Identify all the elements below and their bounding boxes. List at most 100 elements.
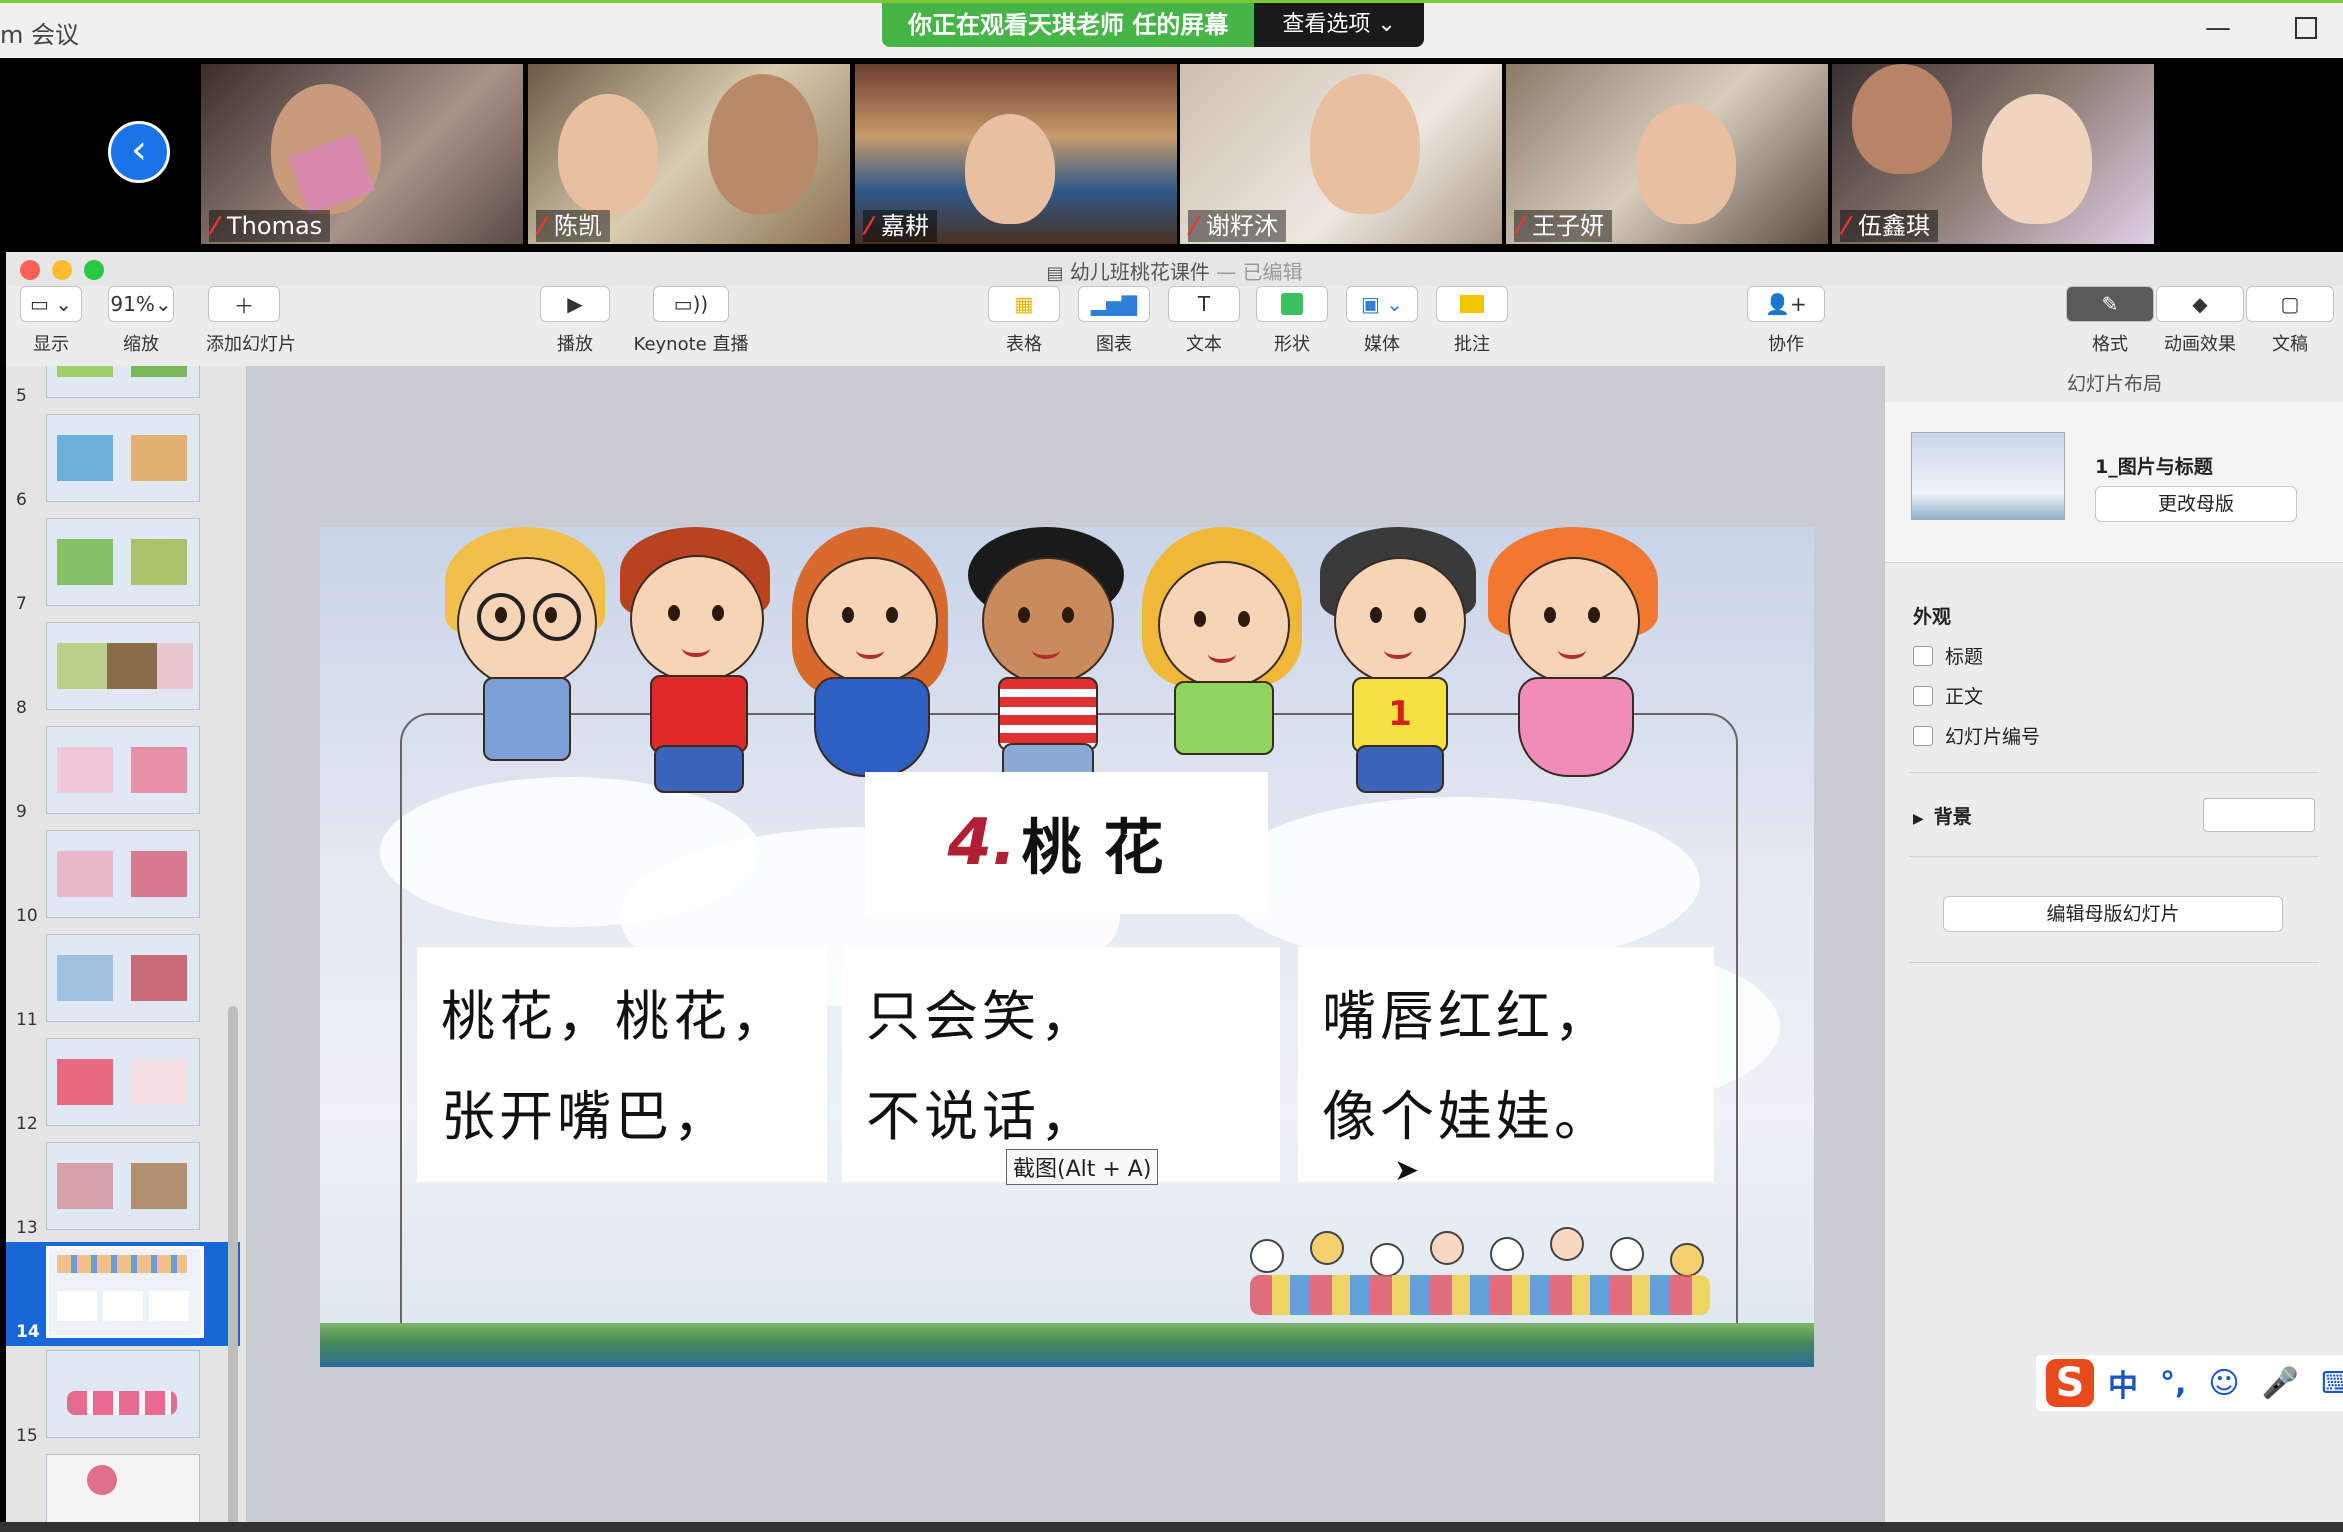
slide-thumbnail[interactable]: 11 — [6, 930, 240, 1034]
participant-tile[interactable]: ⁄ 谢籽沐 — [1180, 64, 1502, 244]
participant-name: 嘉耕 — [881, 212, 930, 240]
document-button[interactable]: ▢ 文稿 — [2246, 286, 2334, 356]
current-slide[interactable]: 1 4. 桃花 桃花，桃花， 张开嘴巴， 只会笑， 不说话， 嘴唇红红， 像个娃… — [320, 527, 1814, 1367]
keynote-toolbar: ▭ ⌄ 显示 91% ⌄ 缩放 ＋ 添加幻灯片 ▶ 播放 ▭)) Keynote … — [6, 286, 2343, 367]
muted-mic-icon: ⁄ — [867, 212, 872, 240]
view-options-button[interactable]: 查看选项 ⌄ — [1254, 3, 1424, 47]
slide-thumbnail[interactable]: 7 — [6, 514, 240, 618]
live-broadcast-icon: ▭)) — [673, 292, 709, 316]
cartoon-kid-small — [1310, 1231, 1344, 1265]
slide-thumbnail-selected[interactable]: 14 — [6, 1242, 240, 1346]
verse-box[interactable]: 桃花，桃花， 张开嘴巴， — [417, 947, 827, 1182]
keyboard-icon[interactable]: ⌨ — [2321, 1366, 2343, 1401]
sogou-logo-icon[interactable]: S — [2046, 1359, 2094, 1407]
document-panel-icon: ▢ — [2280, 292, 2300, 316]
comment-icon — [1460, 295, 1484, 313]
media-button[interactable]: ▣ ⌄ 媒体 — [1346, 286, 1418, 356]
slide-thumbnail[interactable]: 9 — [6, 722, 240, 826]
participant-name: 王子妍 — [1532, 212, 1605, 240]
participant-tile[interactable]: ⁄ 陈凯 — [528, 64, 850, 244]
title-checkbox[interactable]: 标题 — [1913, 642, 1983, 669]
play-button[interactable]: ▶ 播放 — [540, 286, 610, 356]
layout-name: 1_图片与标题 — [2095, 456, 2213, 478]
punctuation-toggle[interactable]: °, — [2160, 1366, 2186, 1401]
chevron-down-icon: ⌄ — [154, 292, 172, 316]
appearance-heading: 外观 — [1913, 606, 1952, 628]
slide-number-checkbox[interactable]: 幻灯片编号 — [1913, 722, 2040, 749]
muted-mic-icon: ⁄ — [540, 212, 545, 240]
maximize-icon[interactable] — [2295, 17, 2317, 39]
zoom-select[interactable]: 91% ⌄ 缩放 — [108, 286, 174, 356]
keynote-live-button[interactable]: ▭)) Keynote 直播 — [626, 286, 756, 356]
participant-name: 陈凯 — [554, 212, 603, 240]
paintbrush-icon: ✎ — [2101, 292, 2119, 316]
ime-toolbar[interactable]: S 中 °, ☺ 🎤 ⌨ — [2036, 1355, 2343, 1411]
background-color-well[interactable] — [2203, 798, 2315, 832]
slide-canvas[interactable]: 1 4. 桃花 桃花，桃花， 张开嘴巴， 只会笑， 不说话， 嘴唇红红， 像个娃… — [247, 366, 1884, 1522]
media-icon: ▣ ⌄ — [1360, 292, 1403, 316]
document-title: 幼儿班桃花课件 — [1069, 260, 1210, 284]
cartoon-kid-small — [1370, 1243, 1404, 1277]
layout-thumbnail[interactable] — [1911, 432, 2065, 520]
collaborate-button[interactable]: 👤+ 协作 — [1746, 286, 1826, 356]
table-button[interactable]: ▦ 表格 — [988, 286, 1060, 356]
participant-tile[interactable]: ⁄ 伍鑫琪 — [1832, 64, 2154, 244]
slide-navigator[interactable]: 5 6 7 8 9 10 11 12 13 14 15 — [6, 366, 247, 1522]
muted-mic-icon: ⁄ — [1518, 212, 1523, 240]
inspector-header: 幻灯片布局 — [1885, 366, 2343, 403]
animate-button[interactable]: ◆ 动画效果 — [2156, 286, 2244, 356]
participant-tile[interactable]: ⁄ 嘉耕 — [855, 64, 1177, 244]
format-button[interactable]: ✎ 格式 — [2066, 286, 2154, 356]
muted-mic-icon: ⁄ — [213, 212, 218, 240]
share-banner-text: 你正在观看天琪老师 任的屏幕 — [882, 3, 1255, 47]
participant-tile[interactable]: ⁄ Thomas — [201, 64, 523, 244]
text-icon: T — [1197, 292, 1211, 316]
verse-box[interactable]: 只会笑， 不说话， — [842, 947, 1280, 1182]
participant-tile[interactable]: ⁄ 王子妍 — [1506, 64, 1828, 244]
background-disclosure[interactable]: ▶ 背景 — [1913, 802, 1972, 829]
chart-icon: ▂▅▇ — [1090, 292, 1138, 316]
navigator-scrollbar[interactable] — [228, 1006, 238, 1522]
slide-thumbnail[interactable]: 10 — [6, 826, 240, 930]
slide-thumbnail[interactable]: 15 — [6, 1346, 240, 1450]
collaborate-icon: 👤+ — [1765, 292, 1807, 316]
slide-thumbnail[interactable]: 8 — [6, 618, 240, 722]
cartoon-kid-small — [1550, 1227, 1584, 1261]
emoji-icon[interactable]: ☺ — [2208, 1366, 2239, 1401]
slide-thumbnail[interactable]: 5 — [6, 366, 240, 410]
change-master-button[interactable]: 更改母版 — [2095, 486, 2297, 522]
text-button[interactable]: T 文本 — [1168, 286, 1240, 356]
shape-button[interactable]: 形状 — [1256, 286, 1328, 356]
slide-title-card[interactable]: 4. 桃花 — [865, 772, 1268, 914]
slide-thumbnail[interactable]: 6 — [6, 410, 240, 514]
edit-master-slides-button[interactable]: 编辑母版幻灯片 — [1943, 896, 2283, 932]
chinese-mode-toggle[interactable]: 中 — [2108, 1361, 2138, 1405]
view-button[interactable]: ▭ ⌄ 显示 — [20, 286, 82, 356]
cartoon-kid-small — [1490, 1237, 1524, 1271]
window-title: m 会议 — [0, 21, 80, 49]
screen-share-banner: 你正在观看天琪老师 任的屏幕 查看选项 ⌄ — [882, 3, 1424, 47]
participant-name: Thomas — [227, 212, 323, 240]
screenshot-tooltip: 截图(Alt + A) — [1006, 1149, 1159, 1185]
slide-thumbnail[interactable]: 12 — [6, 1034, 240, 1138]
chart-button[interactable]: ▂▅▇ 图表 — [1078, 286, 1150, 356]
mouse-cursor-icon: ➤ — [1394, 1153, 1420, 1188]
document-icon: ▤ — [1046, 263, 1064, 284]
muted-mic-icon: ⁄ — [1844, 212, 1849, 240]
cartoon-kid-small — [1250, 1239, 1284, 1273]
microphone-icon[interactable]: 🎤 — [2262, 1366, 2299, 1401]
body-checkbox[interactable]: 正文 — [1913, 682, 1983, 709]
participant-gallery: ‹ ⁄ Thomas ⁄ 陈凯 ⁄ 嘉耕 ⁄ 谢籽沐 ⁄ 王子妍 ⁄ 伍鑫琪 — [0, 58, 2343, 248]
chevron-left-icon[interactable]: ‹ — [108, 121, 170, 183]
participant-name: 伍鑫琪 — [1858, 212, 1931, 240]
minimize-icon[interactable]: — — [2205, 13, 2231, 43]
format-inspector: 幻灯片布局 1_图片与标题 更改母版 外观 标题 正文 幻灯片编号 ▶ 背景 编辑… — [1884, 366, 2343, 1522]
slide-thumbnail[interactable]: 13 — [6, 1138, 240, 1242]
comment-button[interactable]: 批注 — [1436, 286, 1508, 356]
add-slide-button[interactable]: ＋ 添加幻灯片 — [206, 286, 296, 356]
verse-box[interactable]: 嘴唇红红， 像个娃娃。 — [1298, 947, 1714, 1182]
play-icon: ▶ — [567, 292, 583, 316]
slide-thumbnail[interactable] — [6, 1450, 240, 1522]
bottom-bar — [0, 1522, 2343, 1532]
slide-title-number: 4. — [947, 806, 1017, 880]
